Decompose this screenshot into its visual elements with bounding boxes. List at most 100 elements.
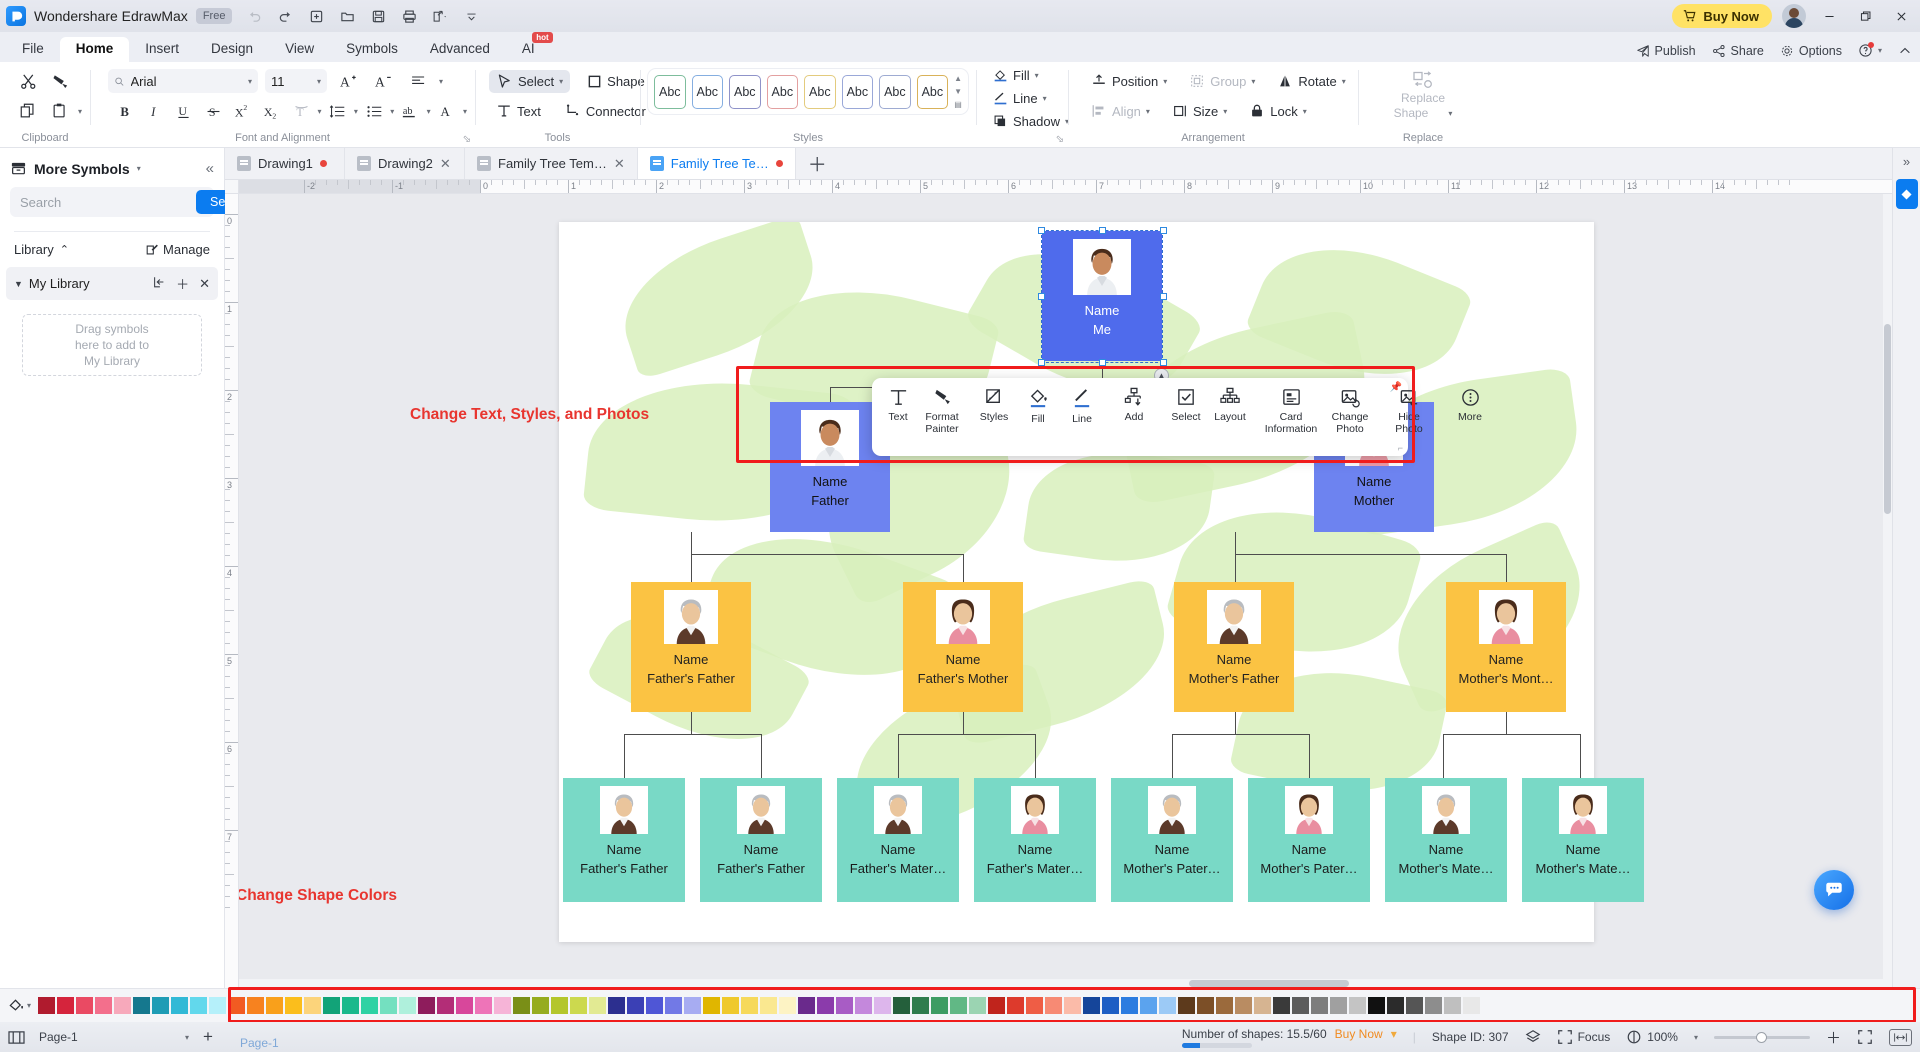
family-tree-node[interactable]: Name Mother's Mont… xyxy=(1446,582,1566,712)
print-icon[interactable] xyxy=(399,6,419,26)
font-size-input[interactable]: ▾ xyxy=(265,69,327,93)
style-swatch[interactable]: Abc xyxy=(804,74,836,109)
document-tab-family-tree-template[interactable]: Family Tree Tem… ✕ xyxy=(465,148,638,179)
fit-width-button[interactable] xyxy=(1889,1028,1912,1046)
color-swatch[interactable] xyxy=(1159,997,1177,1014)
color-swatch[interactable] xyxy=(342,997,360,1014)
styles-scroll-down-icon[interactable]: ▼ xyxy=(954,87,962,96)
resize-handle-sw[interactable] xyxy=(1037,359,1045,366)
font-family-caret-icon[interactable]: ▾ xyxy=(248,77,252,86)
family-tree-node[interactable]: Name Mother's Mate… xyxy=(1385,778,1507,902)
text-tool-button[interactable]: Text xyxy=(489,100,548,122)
resize-handle-n[interactable] xyxy=(1098,226,1106,234)
style-swatch[interactable]: Abc xyxy=(729,74,761,109)
my-library-dropzone[interactable]: Drag symbols here to add to My Library xyxy=(22,314,202,376)
lock-button[interactable]: Lock ▾ xyxy=(1242,100,1313,122)
my-library-row[interactable]: ▼ My Library ＋ ✕ xyxy=(6,267,218,300)
color-swatch[interactable] xyxy=(190,997,208,1014)
color-swatch[interactable] xyxy=(437,997,455,1014)
text-case-caret-icon[interactable]: ▾ xyxy=(427,107,431,116)
node-photo[interactable] xyxy=(737,786,785,834)
node-photo[interactable] xyxy=(1148,786,1196,834)
style-swatch[interactable]: Abc xyxy=(841,74,874,109)
menu-advanced[interactable]: Advanced xyxy=(414,37,506,62)
new-tab-button[interactable]: ＋ xyxy=(796,148,839,179)
collapse-panel-icon[interactable]: « xyxy=(206,160,214,177)
node-photo[interactable] xyxy=(664,590,718,644)
align-caret-icon[interactable]: ▾ xyxy=(439,77,443,86)
color-swatch[interactable] xyxy=(418,997,436,1014)
paragraph-align-icon[interactable] xyxy=(404,68,432,94)
color-swatch[interactable] xyxy=(817,997,835,1014)
family-tree-node[interactable]: Name Mother's Pater… xyxy=(1248,778,1370,902)
color-swatch[interactable] xyxy=(228,997,246,1014)
color-swatch[interactable] xyxy=(798,997,816,1014)
layers-button[interactable] xyxy=(1525,1029,1541,1045)
family-tree-node[interactable]: Name Mother's Father xyxy=(1174,582,1294,712)
color-swatch[interactable] xyxy=(836,997,854,1014)
font-family-value[interactable] xyxy=(130,73,242,89)
buy-now-button[interactable]: Buy Now xyxy=(1672,4,1772,28)
size-caret-icon[interactable]: ▾ xyxy=(1223,107,1227,116)
color-swatch[interactable] xyxy=(893,997,911,1014)
document-tab-drawing1[interactable]: Drawing1 xyxy=(225,148,345,179)
menu-insert[interactable]: Insert xyxy=(129,37,195,62)
zoom-slider[interactable] xyxy=(1713,1031,1810,1043)
text-case-icon[interactable]: ab xyxy=(397,98,423,124)
close-button[interactable] xyxy=(1888,4,1914,28)
color-swatch[interactable] xyxy=(1121,997,1139,1014)
color-swatch[interactable] xyxy=(722,997,740,1014)
ruler-corner[interactable] xyxy=(225,180,239,194)
floating-select-button[interactable]: Select xyxy=(1164,384,1208,452)
node-photo[interactable] xyxy=(1559,786,1607,834)
font-color-caret-icon[interactable]: ▾ xyxy=(463,107,467,116)
document-tab-family-tree-active[interactable]: Family Tree Te… xyxy=(637,148,796,179)
export-share-icon[interactable] xyxy=(430,6,450,26)
palette-fill-button[interactable]: ▾ xyxy=(4,997,38,1014)
page-selector-caret-icon[interactable]: ▾ xyxy=(185,1033,189,1042)
paste-icon[interactable] xyxy=(46,98,74,124)
text-effects-caret-icon[interactable]: ▾ xyxy=(318,107,322,116)
node-photo[interactable] xyxy=(1285,786,1333,834)
superscript-button[interactable]: X2 xyxy=(229,98,255,124)
bullets-caret-icon[interactable]: ▾ xyxy=(390,107,394,116)
node-photo[interactable] xyxy=(1011,786,1059,834)
vertical-scrollbar-thumb[interactable] xyxy=(1884,324,1891,514)
color-swatch[interactable] xyxy=(304,997,322,1014)
decrease-font-size-icon[interactable]: A xyxy=(369,68,397,94)
color-swatch[interactable] xyxy=(1406,997,1424,1014)
styles-scroll-controls[interactable]: ▲ ▼ ▤ xyxy=(954,74,962,109)
font-size-caret-icon[interactable]: ▾ xyxy=(317,77,321,86)
lock-caret-icon[interactable]: ▾ xyxy=(1303,107,1307,116)
color-swatch[interactable] xyxy=(627,997,645,1014)
floating-add-button[interactable]: Add xyxy=(1112,384,1156,452)
underline-button[interactable]: U xyxy=(171,98,197,124)
group-caret-icon[interactable]: ▾ xyxy=(1251,77,1255,86)
focus-mode-button[interactable]: Focus xyxy=(1557,1029,1610,1045)
fit-page-button[interactable] xyxy=(1857,1029,1873,1045)
menu-file[interactable]: File xyxy=(6,37,60,62)
style-swatch[interactable]: Abc xyxy=(691,74,724,109)
color-swatch[interactable] xyxy=(684,997,702,1014)
color-swatch[interactable] xyxy=(247,997,265,1014)
styles-scroll-up-icon[interactable]: ▲ xyxy=(954,74,962,83)
floating-card-information-button[interactable]: Card Information xyxy=(1260,384,1322,452)
color-swatch[interactable] xyxy=(646,997,664,1014)
color-swatch[interactable] xyxy=(1463,997,1481,1014)
format-dialog-launcher[interactable]: ⬂ xyxy=(1056,134,1064,145)
color-swatch[interactable] xyxy=(1425,997,1443,1014)
color-swatch[interactable] xyxy=(1026,997,1044,1014)
position-button[interactable]: Position ▾ xyxy=(1084,70,1174,92)
line-spacing-caret-icon[interactable]: ▾ xyxy=(354,107,358,116)
fill-caret-icon[interactable]: ▾ xyxy=(1035,71,1039,80)
publish-button[interactable]: Publish xyxy=(1636,44,1696,58)
search-input[interactable] xyxy=(20,194,196,210)
floating-change-photo-button[interactable]: Change Photo xyxy=(1322,384,1378,452)
color-swatch[interactable] xyxy=(1064,997,1082,1014)
menu-home[interactable]: Home xyxy=(59,37,130,62)
color-swatch[interactable] xyxy=(209,997,227,1014)
color-swatch[interactable] xyxy=(1444,997,1462,1014)
size-button[interactable]: Size ▾ xyxy=(1165,100,1234,122)
ribbon-collapse-button[interactable] xyxy=(1898,44,1912,58)
minimize-button[interactable] xyxy=(1816,4,1842,28)
